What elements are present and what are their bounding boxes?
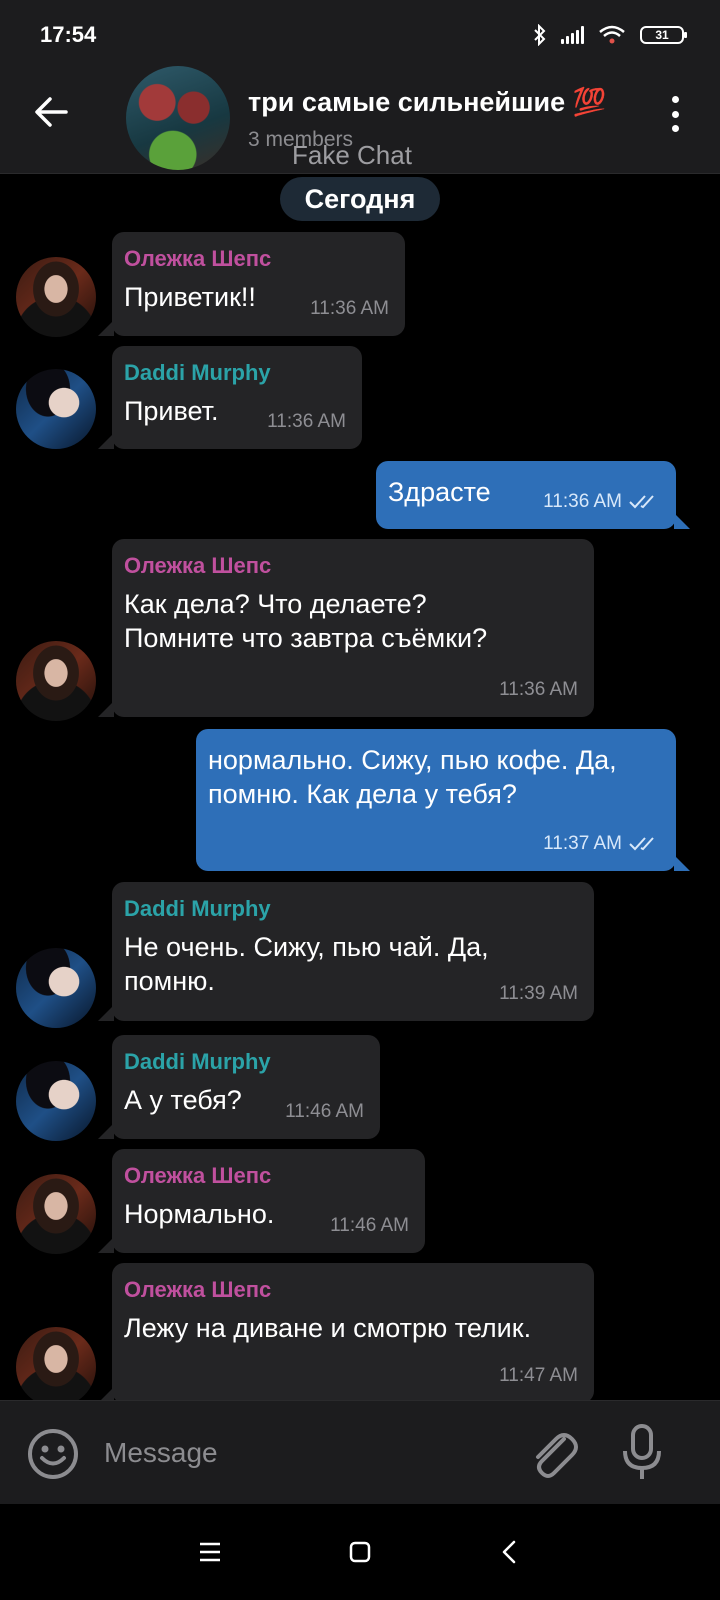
message-bubble[interactable]: Daddi Murphy Привет. 11:36 AM <box>98 346 362 449</box>
message-bubble[interactable]: Олежка Шепс Нормально. 11:46 AM <box>98 1149 425 1253</box>
avatar[interactable] <box>16 1061 96 1141</box>
message-meta: 11:36 AM <box>310 298 389 320</box>
sender-name[interactable]: Олежка Шепс <box>124 553 578 579</box>
status-bar: 17:54 31 <box>0 0 720 56</box>
system-nav-bar <box>0 1504 720 1600</box>
message-meta: 11:47 AM <box>499 1365 578 1387</box>
emoji-icon[interactable] <box>26 1427 80 1481</box>
message-time: 11:36 AM <box>543 491 622 512</box>
message-meta: 11:46 AM <box>285 1101 364 1123</box>
chat-header: три самые сильнейшие 💯 3 members Fake Ch… <box>0 56 720 174</box>
message-meta: 11:36 AM <box>499 679 578 701</box>
more-options-icon[interactable] <box>670 96 680 132</box>
message-meta: 11:39 AM <box>499 983 578 1005</box>
message-time: 11:37 AM <box>543 833 622 854</box>
message-time: 11:36 AM <box>499 679 578 700</box>
sender-name[interactable]: Олежка Шепс <box>124 1163 409 1189</box>
avatar[interactable] <box>16 1327 96 1400</box>
bluetooth-icon <box>534 24 546 46</box>
message-bubble[interactable]: Олежка Шепс Как дела? Что делаете? Помни… <box>98 539 594 717</box>
date-divider: Сегодня <box>280 177 440 221</box>
signal-icon <box>561 26 584 44</box>
avatar[interactable] <box>16 369 96 449</box>
read-checkmarks-icon <box>629 837 654 851</box>
message-time: 11:39 AM <box>499 983 578 1004</box>
message-time: 11:47 AM <box>499 1365 578 1386</box>
avatar[interactable] <box>16 948 96 1028</box>
message-bubble[interactable]: Олежка Шепс Приветик!! 11:36 AM <box>98 232 405 336</box>
message-text: Не очень. Сижу, пью чай. Да, помню. <box>124 932 489 996</box>
status-icons: 31 <box>533 24 687 46</box>
message-input[interactable] <box>104 1429 484 1477</box>
message-bubble[interactable]: Олежка Шепс Лежу на диване и смотрю тели… <box>98 1263 594 1400</box>
message-text: Лежу на диване и смотрю телик. <box>124 1313 532 1343</box>
message-bubble[interactable]: Здрасте 11:36 AM <box>376 461 690 529</box>
message-time: 11:46 AM <box>285 1101 364 1122</box>
message-time: 11:46 AM <box>330 1215 409 1236</box>
message-time: 11:36 AM <box>267 411 346 432</box>
sender-name[interactable]: Олежка Шепс <box>124 246 389 272</box>
avatar[interactable] <box>16 641 96 721</box>
chat-area[interactable]: Сегодня Олежка Шепс Приветик!! 11:36 AM … <box>0 175 720 1400</box>
battery-icon: 31 <box>640 26 687 44</box>
wifi-icon <box>599 25 625 44</box>
status-time: 17:54 <box>40 22 97 47</box>
read-checkmarks-icon <box>629 495 654 509</box>
home-icon[interactable] <box>342 1534 378 1570</box>
message-bubble[interactable]: Daddi Murphy А у тебя? 11:46 AM <box>98 1035 380 1139</box>
nav-back-icon[interactable] <box>492 1534 528 1570</box>
sender-name[interactable]: Daddi Murphy <box>124 896 578 922</box>
sender-name[interactable]: Daddi Murphy <box>124 1049 364 1075</box>
microphone-icon[interactable] <box>620 1423 664 1483</box>
message-meta: 11:46 AM <box>330 1215 409 1237</box>
avatar[interactable] <box>16 257 96 337</box>
message-bubble[interactable]: нормально. Сижу, пью кофе. Да, помню. Ка… <box>196 729 690 871</box>
sender-name[interactable]: Олежка Шепс <box>124 1277 578 1303</box>
message-meta: 11:37 AM <box>543 833 660 855</box>
message-meta: 11:36 AM <box>267 411 346 433</box>
back-arrow-icon[interactable] <box>30 90 74 134</box>
message-time: 11:36 AM <box>310 298 389 319</box>
attach-icon[interactable] <box>526 1425 580 1481</box>
sender-name[interactable]: Daddi Murphy <box>124 360 346 386</box>
watermark: Fake Chat <box>292 140 412 170</box>
group-avatar[interactable] <box>126 66 230 170</box>
menu-icon[interactable] <box>192 1534 228 1570</box>
message-input-bar <box>0 1400 720 1504</box>
battery-level: 31 <box>655 28 669 42</box>
message-text: Как дела? Что делаете? Помните что завтр… <box>124 589 488 653</box>
message-meta: 11:36 AM <box>543 491 660 513</box>
avatar[interactable] <box>16 1174 96 1254</box>
message-bubble[interactable]: Daddi Murphy Не очень. Сижу, пью чай. Да… <box>98 882 594 1021</box>
message-text: нормально. Сижу, пью кофе. Да, помню. Ка… <box>208 745 617 809</box>
chat-title[interactable]: три самые сильнейшие 💯 <box>248 86 606 118</box>
